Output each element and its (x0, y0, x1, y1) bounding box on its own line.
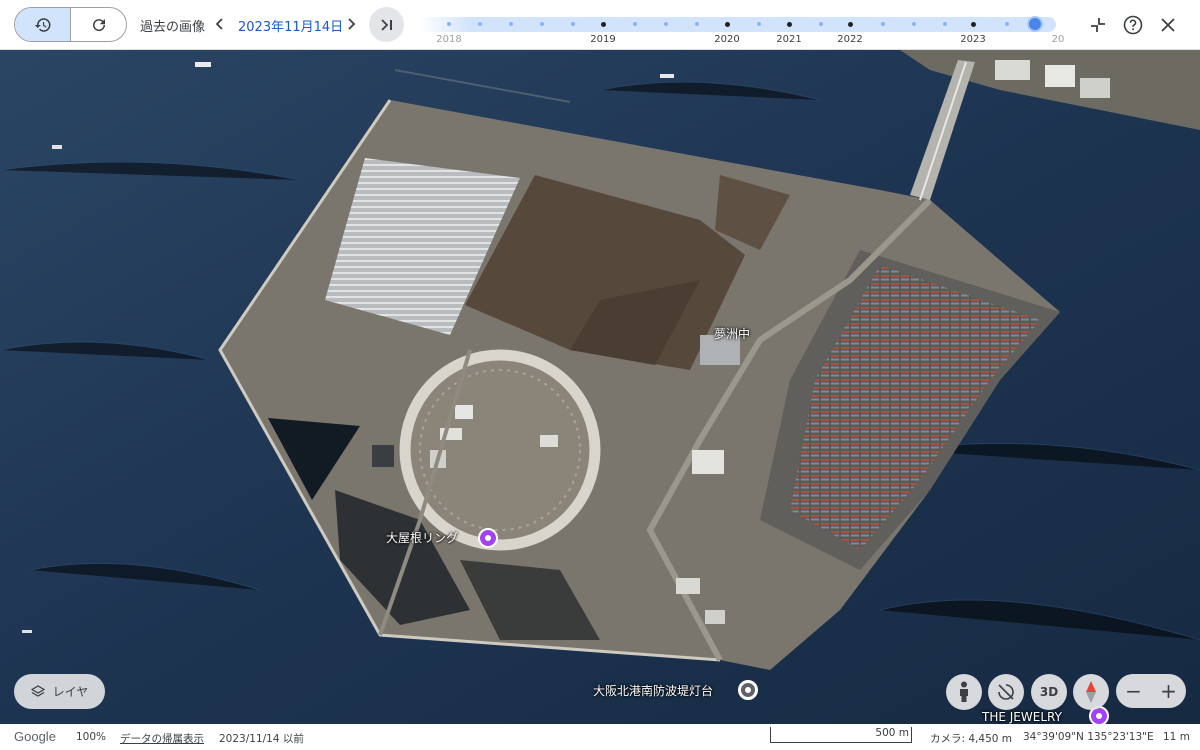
history-icon (34, 17, 51, 32)
skip-to-latest-icon (380, 18, 392, 31)
timeline-slider-handle[interactable] (1027, 16, 1043, 32)
timeline-year: 2019 (590, 34, 616, 45)
zoom-out-button[interactable]: − (1116, 674, 1151, 708)
timeline-tick[interactable] (509, 22, 513, 26)
compass-button[interactable] (1073, 674, 1109, 710)
timeline-year: 2023 (960, 34, 986, 45)
timeline-tick[interactable] (757, 22, 761, 26)
elevation: 11 m (1163, 731, 1190, 743)
rotate-off-icon (998, 684, 1014, 700)
timeline-tick[interactable] (601, 22, 606, 27)
timeline-tick[interactable] (540, 22, 544, 26)
place-label-lighthouse[interactable]: 大阪北港南防波堤灯台 (593, 682, 713, 699)
timeline-tick[interactable] (943, 22, 947, 26)
timeline-tick[interactable] (971, 22, 976, 27)
imagery-timeline[interactable]: 2018 2019 2020 2021 2022 2023 20 (420, 10, 1064, 46)
timeline-tick[interactable] (787, 22, 792, 27)
google-logo: Google (14, 729, 56, 744)
capture-date: 2023/11/14 以前 (219, 733, 304, 745)
timeline-tick[interactable] (695, 22, 699, 26)
timeline-year: 2022 (837, 34, 863, 45)
timeline-tick[interactable] (881, 22, 885, 26)
timeline-year: 2021 (776, 34, 802, 45)
data-attribution-link[interactable]: データの帰属表示 (120, 731, 204, 746)
timeline-track (420, 17, 1056, 32)
close-icon (1161, 18, 1175, 32)
3d-toggle-button[interactable]: 3D (1031, 674, 1067, 710)
imagery-date[interactable]: 2023年11月14日 (238, 16, 343, 35)
pegman-icon (960, 681, 968, 702)
layers-button[interactable]: レイヤ (14, 674, 105, 709)
scale-label: 500 m (875, 727, 909, 739)
timeline-tick[interactable] (633, 22, 637, 26)
3d-label: 3D (1039, 685, 1059, 699)
timeline-year: 2018 (436, 34, 462, 45)
rotate-toggle-button[interactable] (988, 674, 1024, 710)
help-icon (1123, 15, 1143, 35)
timeline-tick[interactable] (819, 22, 823, 26)
zoom-controls: − + (1116, 674, 1186, 708)
ring-poi-marker[interactable] (478, 528, 498, 548)
place-label-yumeshima[interactable]: 夢洲中 (714, 325, 750, 342)
street-view-button[interactable] (946, 674, 982, 710)
next-date-button[interactable] (341, 13, 361, 35)
place-label-jewelry[interactable]: THE JEWELRY (982, 710, 1062, 724)
zoom-level: 100% (76, 731, 107, 743)
jump-to-latest-button[interactable] (369, 7, 404, 42)
refresh-button[interactable] (71, 8, 126, 41)
timeline-tick[interactable] (725, 22, 730, 27)
previous-date-button[interactable] (210, 13, 230, 35)
status-bar: Google 100% データの帰属表示 2023/11/14 以前 500 m… (0, 724, 1200, 750)
timeline-tick[interactable] (912, 22, 916, 26)
coordinates: 34°39'09"N 135°23'13"E (1023, 731, 1154, 743)
satellite-map[interactable]: 夢洲中 大屋根リング 大阪北港南防波堤灯台 THE JEWELRY (0, 50, 1200, 724)
help-button[interactable] (1121, 13, 1145, 37)
place-label-ring[interactable]: 大屋根リング (386, 529, 458, 546)
scale-bar: 500 m (770, 727, 912, 743)
timeline-tick[interactable] (1005, 22, 1009, 26)
timeline-tick[interactable] (848, 22, 853, 27)
lighthouse-marker[interactable] (738, 680, 758, 700)
timeline-year: 2020 (714, 34, 740, 45)
imagery-toolbar: 過去の画像 2023年11月14日 2018 2019 2020 2021 20… (0, 0, 1200, 50)
chevron-left-icon (215, 18, 223, 30)
chevron-right-icon (348, 18, 356, 30)
compass-icon (1086, 681, 1096, 703)
layers-icon (30, 684, 45, 697)
historical-imagery-label: 過去の画像 (140, 20, 206, 35)
refresh-icon (92, 18, 105, 31)
camera-altitude: カメラ: 4,450 m (930, 733, 1013, 745)
history-button[interactable] (15, 8, 71, 41)
history-toggle-group (14, 7, 127, 42)
exit-historical-imagery-button[interactable] (1086, 13, 1110, 37)
timeline-tick[interactable] (478, 22, 482, 26)
timeline-tick[interactable] (664, 22, 668, 26)
satellite-imagery (0, 50, 1200, 724)
zoom-in-button[interactable]: + (1151, 674, 1186, 708)
timeline-tick[interactable] (447, 22, 451, 26)
timeline-year: 20 (1051, 34, 1065, 45)
close-button[interactable] (1156, 13, 1180, 37)
timeline-tick[interactable] (571, 22, 575, 26)
layers-label: レイヤ (52, 685, 89, 699)
collapse-icon (1091, 18, 1105, 32)
